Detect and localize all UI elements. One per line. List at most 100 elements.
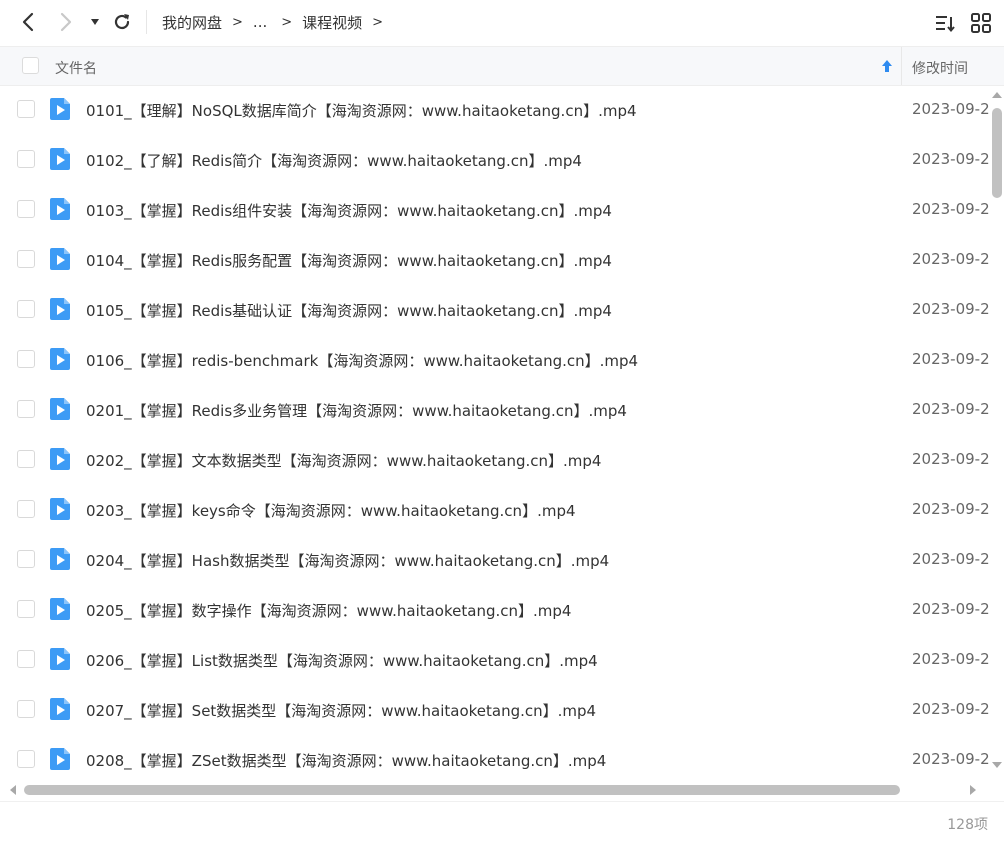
file-modified-time: 2023-09-2 <box>912 150 990 168</box>
breadcrumb: 我的网盘 > ... > 课程视频 > <box>162 11 393 33</box>
scroll-up-arrow-icon[interactable] <box>991 90 1003 100</box>
file-modified-time: 2023-09-2 <box>912 500 990 518</box>
vertical-scrollbar[interactable] <box>990 86 1004 780</box>
row-checkbox[interactable] <box>17 350 35 368</box>
video-file-icon <box>50 648 70 670</box>
video-file-icon <box>50 348 70 370</box>
file-row[interactable]: 0205_【掌握】数字操作【海淘资源网：www.haitaoketang.cn】… <box>0 586 990 636</box>
file-name[interactable]: 0204_【掌握】Hash数据类型【海淘资源网：www.haitaoketang… <box>86 550 609 571</box>
file-row[interactable]: 0202_【掌握】文本数据类型【海淘资源网：www.haitaoketang.c… <box>0 436 990 486</box>
file-name[interactable]: 0103_【掌握】Redis组件安装【海淘资源网：www.haitaoketan… <box>86 200 612 221</box>
row-checkbox[interactable] <box>17 200 35 218</box>
row-checkbox[interactable] <box>17 700 35 718</box>
file-row[interactable]: 0102_【了解】Redis简介【海淘资源网：www.haitaoketang.… <box>0 136 990 186</box>
scroll-right-arrow-icon[interactable] <box>968 784 978 796</box>
file-row[interactable]: 0105_【掌握】Redis基础认证【海淘资源网：www.haitaoketan… <box>0 286 990 336</box>
file-modified-time: 2023-09-2 <box>912 550 990 568</box>
file-row[interactable]: 0206_【掌握】List数据类型【海淘资源网：www.haitaoketang… <box>0 636 990 686</box>
row-checkbox[interactable] <box>17 100 35 118</box>
breadcrumb-item-ellipsis[interactable]: ... <box>253 13 267 31</box>
row-checkbox[interactable] <box>17 750 35 768</box>
file-name[interactable]: 0207_【掌握】Set数据类型【海淘资源网：www.haitaoketang.… <box>86 700 596 721</box>
refresh-button[interactable] <box>110 10 134 34</box>
history-dropdown-button[interactable] <box>84 10 106 34</box>
row-checkbox[interactable] <box>17 300 35 318</box>
file-name[interactable]: 0202_【掌握】文本数据类型【海淘资源网：www.haitaoketang.c… <box>86 450 601 471</box>
file-name[interactable]: 0106_【掌握】redis-benchmark【海淘资源网：www.haita… <box>86 350 638 371</box>
toolbar-divider <box>146 10 147 34</box>
horizontal-scrollbar-thumb[interactable] <box>24 785 900 795</box>
select-all-checkbox[interactable] <box>22 57 39 74</box>
file-name[interactable]: 0205_【掌握】数字操作【海淘资源网：www.haitaoketang.cn】… <box>86 600 571 621</box>
file-modified-time: 2023-09-2 <box>912 350 990 368</box>
file-row[interactable]: 0101_【理解】NoSQL数据库简介【海淘资源网：www.haitaoketa… <box>0 86 990 136</box>
video-file-icon <box>50 148 70 170</box>
vertical-scrollbar-thumb[interactable] <box>992 108 1002 198</box>
file-row[interactable]: 0208_【掌握】ZSet数据类型【海淘资源网：www.haitaoketang… <box>0 736 990 780</box>
sort-ascending-icon[interactable] <box>880 58 894 74</box>
row-checkbox[interactable] <box>17 400 35 418</box>
breadcrumb-separator: > <box>372 14 384 30</box>
row-checkbox[interactable] <box>17 550 35 568</box>
column-header-name[interactable]: 文件名 <box>55 58 97 78</box>
video-file-icon <box>50 548 70 570</box>
video-file-icon <box>50 448 70 470</box>
sort-menu-button[interactable] <box>933 11 957 35</box>
file-row[interactable]: 0106_【掌握】redis-benchmark【海淘资源网：www.haita… <box>0 336 990 386</box>
file-modified-time: 2023-09-2 <box>912 650 990 668</box>
video-file-icon <box>50 748 70 770</box>
toolbar: 我的网盘 > ... > 课程视频 > <box>0 0 1004 44</box>
file-modified-time: 2023-09-2 <box>912 450 990 468</box>
file-name[interactable]: 0206_【掌握】List数据类型【海淘资源网：www.haitaoketang… <box>86 650 598 671</box>
file-row[interactable]: 0203_【掌握】keys命令【海淘资源网：www.haitaoketang.c… <box>0 486 990 536</box>
file-modified-time: 2023-09-2 <box>912 250 990 268</box>
row-checkbox[interactable] <box>17 450 35 468</box>
video-file-icon <box>50 598 70 620</box>
file-name[interactable]: 0104_【掌握】Redis服务配置【海淘资源网：www.haitaoketan… <box>86 250 612 271</box>
row-checkbox[interactable] <box>17 150 35 168</box>
video-file-icon <box>50 398 70 420</box>
item-count: 128项 <box>947 817 988 833</box>
breadcrumb-item-current[interactable]: 课程视频 <box>302 12 362 33</box>
breadcrumb-separator: > <box>232 14 243 30</box>
file-modified-time: 2023-09-2 <box>912 400 990 418</box>
file-name[interactable]: 0208_【掌握】ZSet数据类型【海淘资源网：www.haitaoketang… <box>86 750 606 771</box>
row-checkbox[interactable] <box>17 500 35 518</box>
video-file-icon <box>50 98 70 120</box>
file-modified-time: 2023-09-2 <box>912 750 990 768</box>
row-checkbox[interactable] <box>17 650 35 668</box>
file-name[interactable]: 0203_【掌握】keys命令【海淘资源网：www.haitaoketang.c… <box>86 500 576 521</box>
file-row[interactable]: 0207_【掌握】Set数据类型【海淘资源网：www.haitaoketang.… <box>0 686 990 736</box>
file-name[interactable]: 0101_【理解】NoSQL数据库简介【海淘资源网：www.haitaoketa… <box>86 100 637 121</box>
file-modified-time: 2023-09-2 <box>912 100 990 118</box>
back-icon <box>22 12 34 32</box>
video-file-icon <box>50 248 70 270</box>
file-name[interactable]: 0102_【了解】Redis简介【海淘资源网：www.haitaoketang.… <box>86 150 582 171</box>
file-name[interactable]: 0201_【掌握】Redis多业务管理【海淘资源网：www.haitaoketa… <box>86 400 627 421</box>
breadcrumb-separator: > <box>281 14 293 30</box>
scroll-left-arrow-icon[interactable] <box>8 784 18 796</box>
video-file-icon <box>50 198 70 220</box>
forward-button[interactable] <box>54 10 78 34</box>
refresh-icon <box>114 14 130 30</box>
status-bar: 128项 <box>0 801 1004 841</box>
view-toggle-button[interactable] <box>969 11 993 35</box>
file-row[interactable]: 0104_【掌握】Redis服务配置【海淘资源网：www.haitaoketan… <box>0 236 990 286</box>
video-file-icon <box>50 498 70 520</box>
file-name[interactable]: 0105_【掌握】Redis基础认证【海淘资源网：www.haitaoketan… <box>86 300 612 321</box>
row-checkbox[interactable] <box>17 600 35 618</box>
back-button[interactable] <box>16 10 40 34</box>
forward-icon <box>60 12 72 32</box>
column-divider[interactable] <box>901 47 902 85</box>
row-checkbox[interactable] <box>17 250 35 268</box>
file-modified-time: 2023-09-2 <box>912 600 990 618</box>
list-header: 文件名 修改时间 <box>0 46 1004 86</box>
horizontal-scrollbar[interactable] <box>0 780 990 800</box>
breadcrumb-item-root[interactable]: 我的网盘 <box>162 12 222 33</box>
scroll-down-arrow-icon[interactable] <box>991 760 1003 770</box>
file-row[interactable]: 0201_【掌握】Redis多业务管理【海淘资源网：www.haitaoketa… <box>0 386 990 436</box>
file-modified-time: 2023-09-2 <box>912 200 990 218</box>
file-row[interactable]: 0103_【掌握】Redis组件安装【海淘资源网：www.haitaoketan… <box>0 186 990 236</box>
column-header-modified-time[interactable]: 修改时间 <box>912 58 968 78</box>
file-row[interactable]: 0204_【掌握】Hash数据类型【海淘资源网：www.haitaoketang… <box>0 536 990 586</box>
